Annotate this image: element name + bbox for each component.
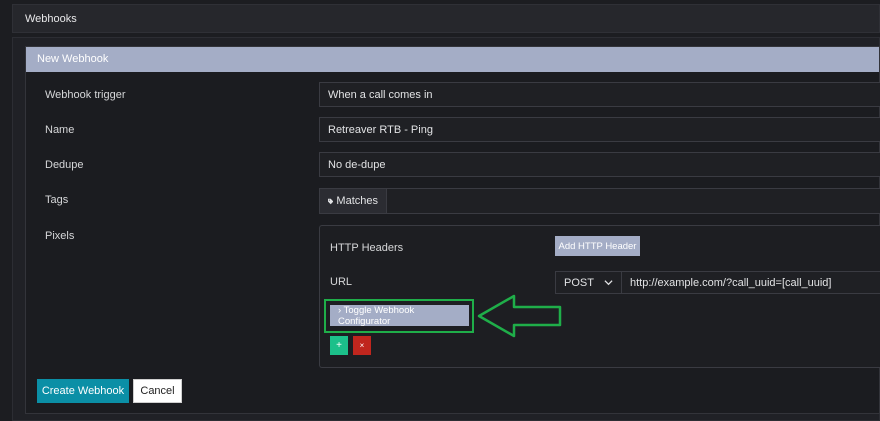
page-title: Webhooks <box>25 13 77 25</box>
remove-pixel-button[interactable]: × <box>353 336 371 355</box>
left-arrow-annotation-icon <box>477 294 562 338</box>
pixels-label: Pixels <box>45 230 75 242</box>
tag-matches[interactable]: Matches <box>320 189 387 213</box>
cancel-button[interactable]: Cancel <box>133 379 182 403</box>
card-title: New Webhook <box>26 47 879 72</box>
toggle-webhook-configurator-button[interactable]: › Toggle Webhook Configurator <box>330 305 469 327</box>
add-http-header-button[interactable]: Add HTTP Header <box>555 236 640 256</box>
dedupe-label: Dedupe <box>45 159 84 171</box>
add-pixel-button[interactable]: + <box>330 336 348 355</box>
url-input[interactable]: http://example.com/?call_uuid=[call_uuid… <box>621 271 880 294</box>
create-webhook-button[interactable]: Create Webhook <box>37 379 129 403</box>
url-label: URL <box>330 276 353 288</box>
http-method-value: POST <box>564 277 594 289</box>
tags-label: Tags <box>45 194 69 206</box>
chevron-down-icon <box>604 280 613 286</box>
page-header: Webhooks <box>12 4 880 33</box>
http-headers-label: HTTP Headers <box>330 242 404 254</box>
dedupe-select[interactable]: No de-dupe <box>319 152 880 177</box>
name-input[interactable]: Retreaver RTB - Ping <box>319 117 880 142</box>
name-label: Name <box>45 124 75 136</box>
tag-icon <box>328 198 334 204</box>
tags-input[interactable]: Matches <box>319 188 880 214</box>
webhook-trigger-label: Webhook trigger <box>45 89 126 101</box>
webhook-trigger-select[interactable]: When a call comes in <box>319 82 880 107</box>
tag-label: Matches <box>336 195 378 207</box>
http-method-select[interactable]: POST <box>555 271 622 294</box>
